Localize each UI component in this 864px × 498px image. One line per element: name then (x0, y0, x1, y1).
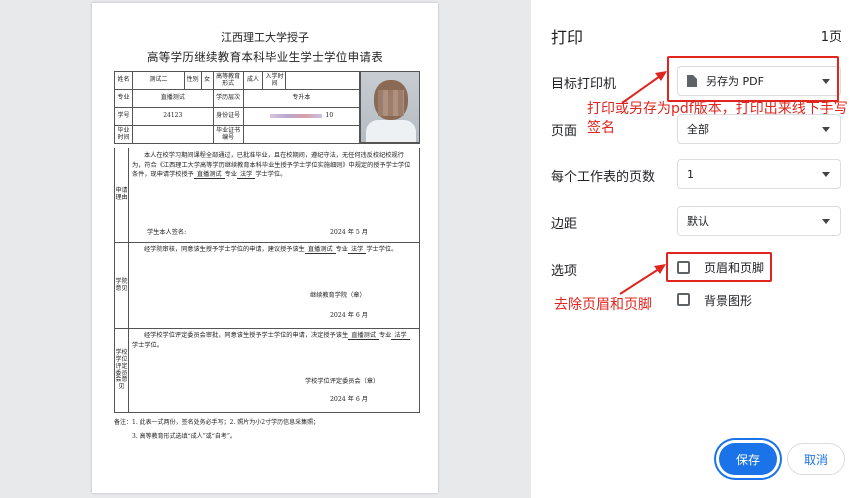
annotation-print-note: 打印或另存为pdf版本，打印出来线下手写签名 (587, 101, 848, 136)
annotation-remove-note: 去除页眉和页脚 (554, 297, 652, 313)
arrow-icon (619, 71, 667, 295)
